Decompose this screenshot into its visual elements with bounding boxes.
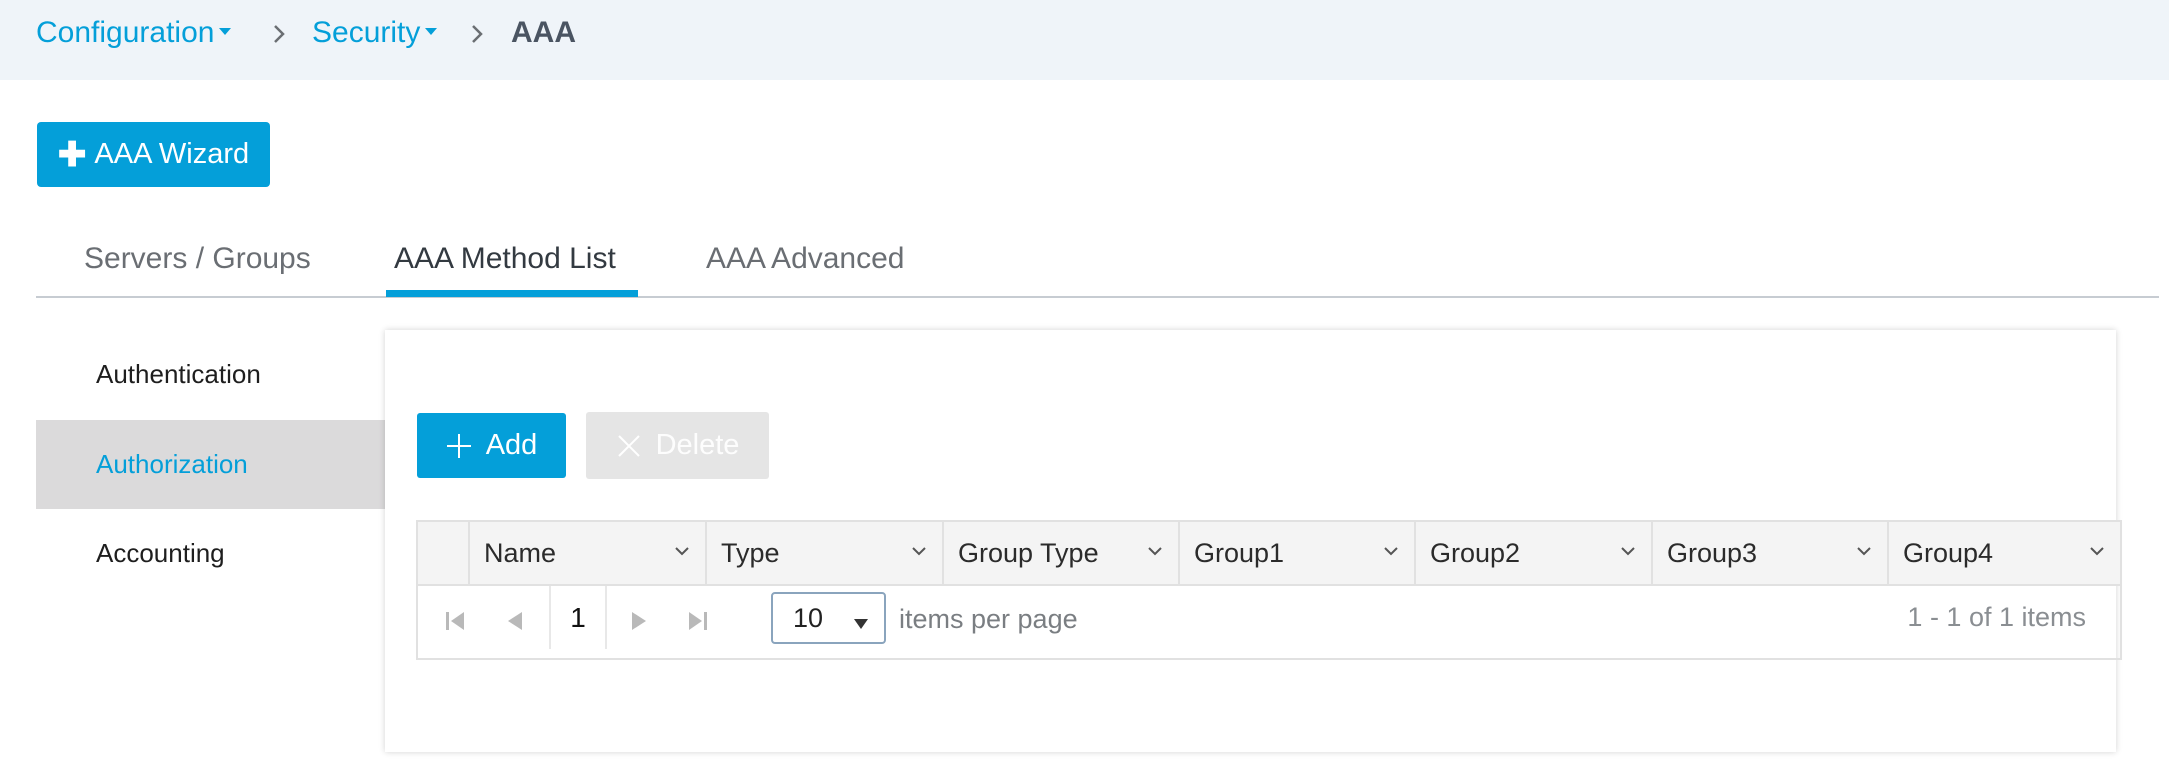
column-header-label: Group1 [1194, 537, 1285, 568]
select-column-header[interactable] [418, 522, 468, 584]
sidebar-item-label: Authentication [96, 359, 261, 389]
add-button[interactable]: Add [417, 413, 566, 478]
page-size-select[interactable]: 10 [771, 592, 886, 644]
add-label: Add [485, 429, 538, 461]
caret-down-icon [854, 619, 868, 629]
delete-label: Delete [655, 429, 740, 461]
chevron-down-icon [912, 547, 926, 556]
column-header-label: Group Type [958, 537, 1099, 568]
prev-page-icon[interactable] [500, 606, 530, 636]
table-header: Name Type Group Type Group1 Group2 Group… [418, 522, 2120, 586]
close-icon [617, 434, 640, 457]
sidebar-item-label: Authorization [96, 449, 248, 479]
pagination: 1 10 items per page 1 - 1 of 1 items [418, 586, 2120, 658]
page-size-label: items per page [899, 604, 1078, 634]
chevron-down-icon [1384, 547, 1398, 556]
breadcrumb-security[interactable]: Security [312, 16, 438, 50]
last-page-icon[interactable] [683, 606, 713, 636]
tab-aaa-advanced[interactable]: AAA Advanced [706, 242, 905, 276]
chevron-down-icon [1148, 547, 1162, 556]
column-header-name[interactable]: Name [468, 522, 705, 584]
breadcrumb-label: Security [312, 16, 421, 49]
sidebar-item-accounting[interactable]: Accounting [36, 509, 385, 598]
plus-icon: ✚ [57, 135, 87, 174]
page-size-value: 10 [793, 602, 824, 633]
sidebar-item-label: Accounting [96, 538, 225, 568]
chevron-down-icon [1857, 547, 1871, 556]
breadcrumb: Configuration Security AAA [0, 0, 2169, 80]
column-header-label: Type [721, 537, 780, 568]
next-page-icon[interactable] [624, 606, 654, 636]
column-header-group4[interactable]: Group4 [1887, 522, 2120, 584]
sidebar-item-authorization[interactable]: Authorization [36, 420, 385, 509]
chevron-down-icon [675, 547, 689, 556]
method-list-table: Name Type Group Type Group1 Group2 Group… [416, 520, 2122, 660]
column-header-group-type[interactable]: Group Type [942, 522, 1178, 584]
tab-aaa-method-list[interactable]: AAA Method List [394, 242, 616, 276]
column-header-label: Group3 [1667, 537, 1758, 568]
tab-servers-groups[interactable]: Servers / Groups [84, 242, 311, 276]
chevron-right-icon [472, 25, 483, 43]
aaa-wizard-label: AAA Wizard [94, 138, 250, 170]
pagination-info: 1 - 1 of 1 items [1907, 602, 2086, 632]
page-title: AAA [511, 16, 576, 49]
column-header-label: Name [484, 537, 557, 568]
column-header-label: Group2 [1430, 537, 1521, 568]
column-header-label: Group4 [1903, 537, 1994, 568]
column-header-type[interactable]: Type [705, 522, 942, 584]
chevron-right-icon [274, 25, 285, 43]
sidebar-item-authentication[interactable]: Authentication [36, 330, 385, 419]
tabs-divider [36, 296, 2159, 298]
breadcrumb-configuration[interactable]: Configuration [36, 16, 232, 50]
aaa-wizard-button[interactable]: ✚ AAA Wizard [37, 122, 270, 187]
caret-down-icon [219, 27, 232, 35]
first-page-icon[interactable] [440, 606, 470, 636]
caret-down-icon [425, 27, 438, 35]
breadcrumb-label: Configuration [36, 16, 215, 49]
active-tab-indicator [386, 290, 638, 297]
plus-icon [446, 433, 471, 458]
current-page[interactable]: 1 [549, 586, 607, 649]
delete-button[interactable]: Delete [586, 412, 769, 479]
column-header-group3[interactable]: Group3 [1651, 522, 1887, 584]
chevron-down-icon [2090, 547, 2104, 556]
column-header-group2[interactable]: Group2 [1414, 522, 1651, 584]
chevron-down-icon [1621, 547, 1635, 556]
column-header-group1[interactable]: Group1 [1178, 522, 1414, 584]
